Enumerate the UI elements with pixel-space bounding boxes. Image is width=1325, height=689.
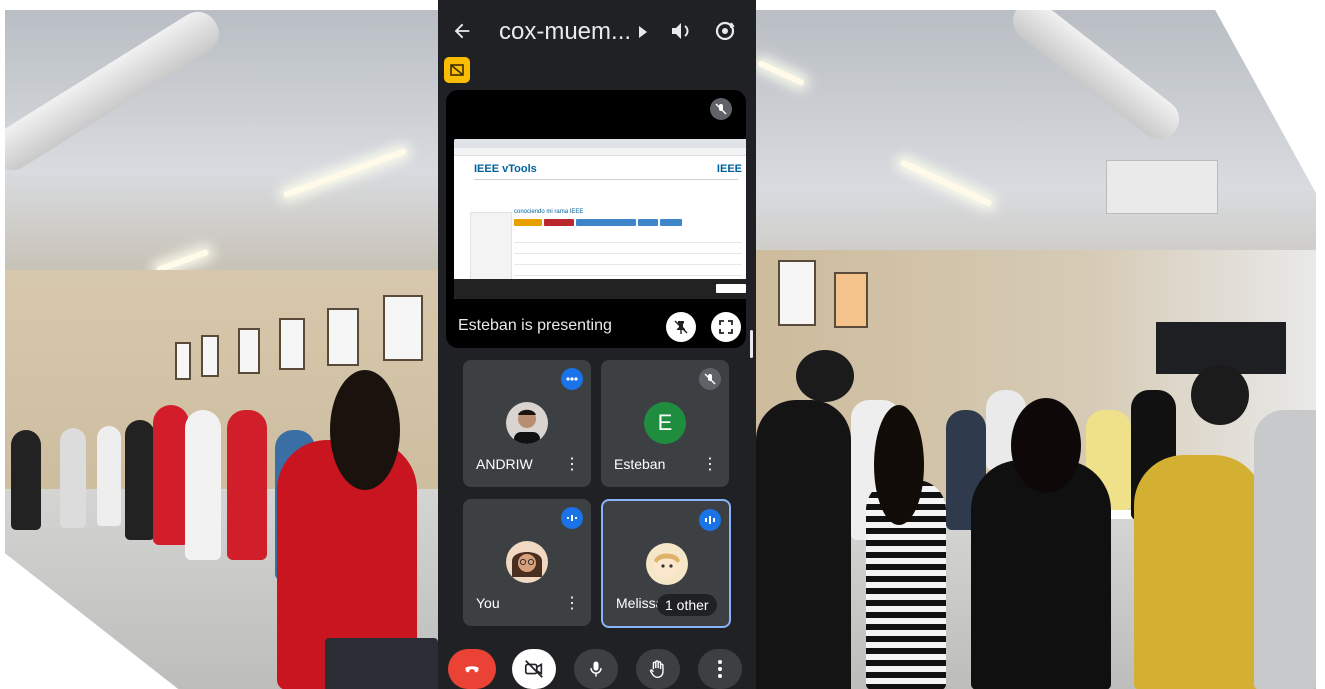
more-options-icon[interactable]: ⋮	[564, 594, 580, 612]
person	[227, 410, 267, 560]
wall-poster	[175, 342, 191, 380]
switch-camera-icon[interactable]	[712, 18, 738, 44]
event-title: conociendo mi rama IEEE	[514, 209, 584, 215]
meeting-code[interactable]: cox-muem...	[499, 18, 631, 46]
wall-poster	[201, 335, 219, 377]
event-badges	[514, 219, 682, 226]
participant-tile-melissa[interactable]: Melissa 1 other	[601, 499, 731, 628]
browser-address-bar	[454, 148, 746, 156]
left-event-photo	[5, 10, 438, 689]
person-foreground	[971, 460, 1111, 689]
site-brand: IEEE vTools	[474, 163, 537, 175]
cookie-banner	[454, 279, 746, 299]
raise-hand-button[interactable]	[636, 649, 680, 689]
more-options-icon[interactable]: ⋮	[564, 455, 580, 473]
person	[153, 405, 189, 545]
avatar	[646, 543, 688, 585]
person-yellow	[1134, 455, 1264, 689]
presenting-label: Esteban is presenting	[458, 317, 612, 334]
badge	[638, 219, 658, 226]
person-hair	[330, 370, 400, 490]
right-event-photo	[756, 10, 1316, 689]
site-sidebar	[470, 212, 512, 280]
presentation-tile[interactable]: IEEE vTools IEEE conociendo mi rama IEEE…	[446, 90, 746, 348]
person-cap	[796, 350, 854, 402]
person	[185, 410, 221, 560]
person-hair	[874, 405, 924, 525]
person	[1254, 410, 1316, 689]
audio-indicator-icon	[561, 368, 583, 390]
person-cap	[1191, 365, 1249, 425]
meet-app-screen: cox-muem... IEEE vTools IEEE conociendo …	[438, 0, 756, 689]
wall-poster	[238, 328, 260, 374]
participant-name: You	[476, 595, 500, 611]
participant-name: Esteban	[614, 456, 666, 472]
badge	[544, 219, 574, 226]
browser-tabs	[454, 139, 746, 148]
wall-poster	[327, 308, 359, 366]
fullscreen-button[interactable]	[711, 312, 741, 342]
top-bar: cox-muem...	[438, 0, 756, 62]
person	[60, 428, 86, 528]
wall-poster	[778, 260, 816, 326]
audio-indicator-icon	[561, 507, 583, 529]
laptop	[325, 638, 438, 689]
wall-poster	[279, 318, 305, 370]
more-options-icon[interactable]: ⋮	[702, 455, 718, 473]
wall-poster	[383, 295, 423, 361]
wall-poster	[834, 272, 868, 328]
person	[11, 430, 41, 530]
ceiling	[5, 10, 438, 280]
participant-tile-esteban[interactable]: E Esteban ⋮	[601, 360, 729, 487]
badge	[514, 219, 542, 226]
unpin-button[interactable]	[666, 312, 696, 342]
avatar	[506, 402, 548, 444]
back-arrow-icon[interactable]	[448, 16, 476, 46]
site-nav	[474, 179, 738, 185]
meeting-safety-icon[interactable]	[444, 57, 470, 83]
site-logo: IEEE	[716, 163, 742, 175]
person	[97, 426, 121, 526]
avatar	[506, 541, 548, 583]
mic-off-icon	[710, 98, 732, 120]
scrollbar[interactable]	[750, 330, 753, 358]
badge	[576, 219, 636, 226]
participant-tile-you[interactable]: You ⋮	[463, 499, 591, 626]
camera-off-button[interactable]	[512, 649, 556, 689]
shared-screen-content: IEEE vTools IEEE conociendo mi rama IEEE	[454, 139, 746, 299]
person-hair	[1011, 398, 1081, 493]
participant-tile-andriw[interactable]: ANDRIW ⋮	[463, 360, 591, 487]
speaker-icon[interactable]	[668, 18, 694, 44]
other-participants-pill[interactable]: 1 other	[657, 594, 717, 616]
participant-name: ANDRIW	[476, 456, 533, 472]
event-details	[514, 232, 742, 276]
caret-right-icon[interactable]	[636, 20, 650, 44]
air-handler	[1106, 160, 1218, 214]
mic-off-icon	[699, 368, 721, 390]
avatar: E	[644, 402, 686, 444]
audio-indicator-icon	[699, 509, 721, 531]
person	[756, 400, 851, 689]
badge	[660, 219, 682, 226]
end-call-button[interactable]	[448, 649, 496, 689]
more-options-button[interactable]	[698, 649, 742, 689]
person	[125, 420, 155, 540]
microphone-button[interactable]	[574, 649, 618, 689]
